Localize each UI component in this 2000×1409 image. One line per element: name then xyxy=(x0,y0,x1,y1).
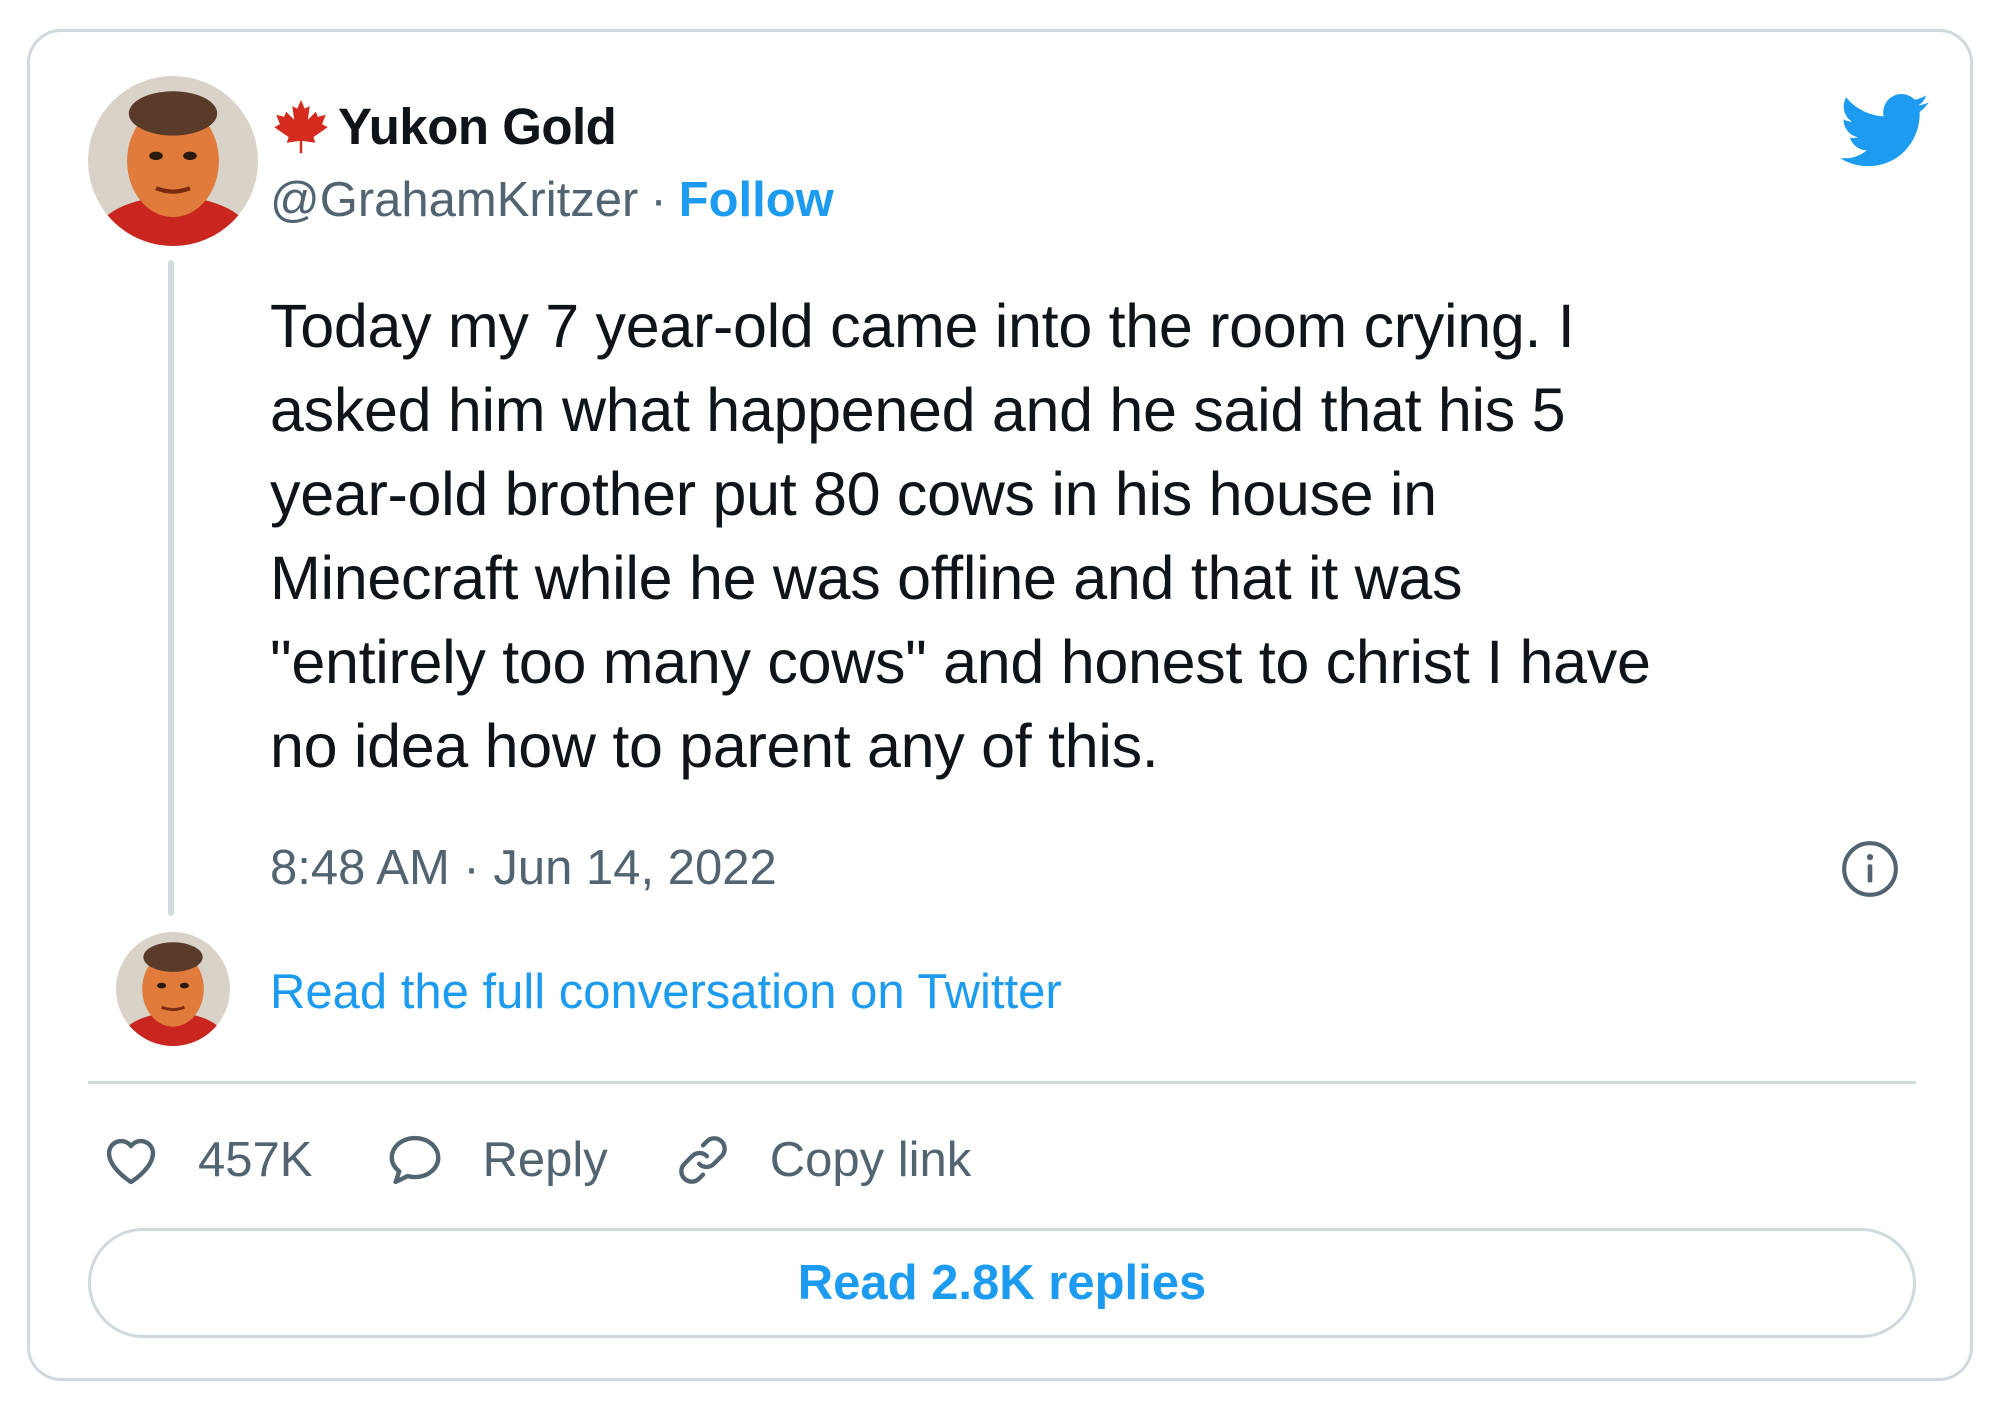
reply-label: Reply xyxy=(482,1133,608,1187)
timestamp-separator: · xyxy=(463,841,480,895)
twitter-bird-icon[interactable] xyxy=(1835,84,1935,174)
divider xyxy=(88,1081,1916,1084)
maple-leaf-icon xyxy=(274,99,328,154)
read-replies-button[interactable]: Read 2.8K replies xyxy=(88,1228,1916,1338)
reply-bubble-icon xyxy=(389,1135,441,1185)
reply-button[interactable]: Reply xyxy=(384,1129,608,1191)
read-full-conversation-link[interactable]: Read the full conversation on Twitter xyxy=(270,960,1062,1024)
action-bar: 457K Reply Copy link xyxy=(100,1120,971,1200)
handle-separator: · xyxy=(650,173,667,227)
author-display-name: Yukon Gold xyxy=(338,97,617,155)
heart-icon xyxy=(106,1138,156,1185)
author-name-row[interactable]: Yukon Gold xyxy=(270,94,617,158)
author-avatar[interactable] xyxy=(88,76,258,246)
copy-link-label: Copy link xyxy=(769,1133,972,1187)
read-replies-label: Read 2.8K replies xyxy=(797,1256,1207,1310)
tweet-timestamp[interactable]: 8:48 AM · Jun 14, 2022 xyxy=(270,836,777,900)
avatar-image xyxy=(88,76,258,246)
thread-connector-line xyxy=(168,260,174,916)
info-icon[interactable] xyxy=(1839,838,1901,900)
author-handle-row: @GrahamKritzer · Follow xyxy=(270,168,834,232)
tweet-embed-card: Yukon Gold @GrahamKritzer · Follow Today… xyxy=(27,29,1973,1381)
tweet-text: Today my 7 year-old came into the room c… xyxy=(270,292,1651,780)
tweet-date: Jun 14, 2022 xyxy=(493,841,777,895)
conversation-avatar[interactable] xyxy=(116,932,230,1046)
author-handle[interactable]: @GrahamKritzer xyxy=(270,172,638,228)
copy-link-button[interactable]: Copy link xyxy=(672,1129,972,1191)
avatar-image xyxy=(116,932,230,1046)
like-count: 457K xyxy=(198,1133,313,1187)
like-button[interactable]: 457K xyxy=(100,1129,312,1191)
link-icon xyxy=(678,1136,727,1184)
follow-button[interactable]: Follow xyxy=(679,172,834,228)
tweet-time: 8:48 AM xyxy=(270,841,450,895)
